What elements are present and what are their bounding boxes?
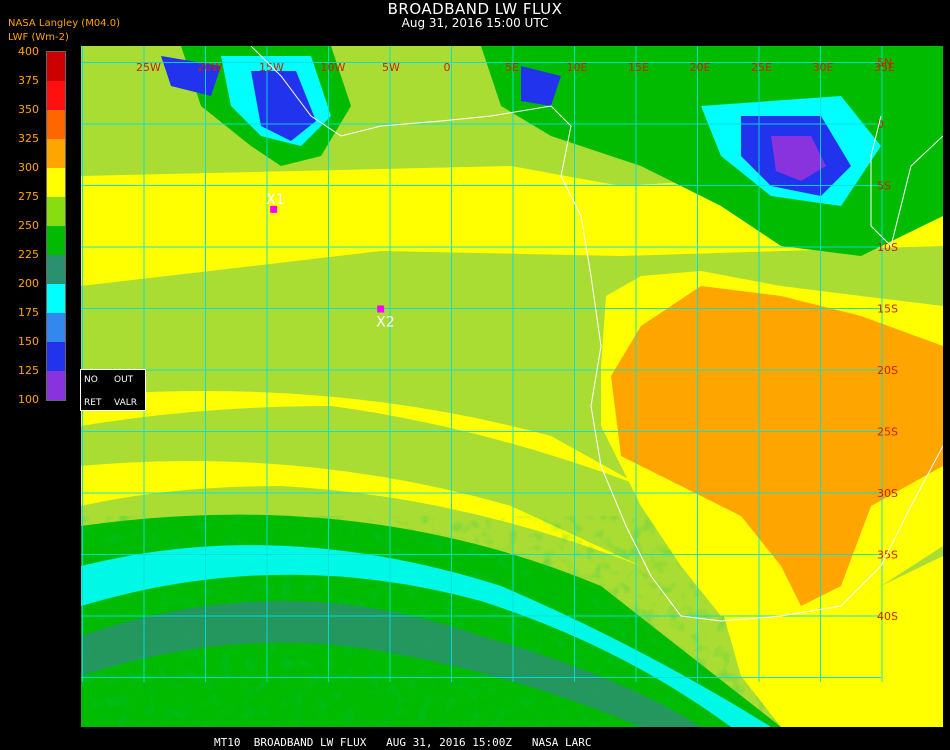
colorbar-swatch (47, 342, 65, 371)
colorbar-tick-label: 150 (18, 335, 39, 348)
colorbar-tick-label: 350 (18, 103, 39, 116)
lon-label: 30E (813, 61, 834, 74)
lat-label: 15S (877, 303, 898, 316)
lon-label: 20E (690, 61, 711, 74)
lon-label: 15E (628, 61, 649, 74)
lon-label: 10E (567, 61, 588, 74)
colorbar-swatch (47, 284, 65, 313)
colorbar (46, 51, 66, 401)
map-svg: 25W 20W 15W 10W 5W 0 5E 10E 15E 20E 25E 30E 35E 5N05… (81, 46, 943, 727)
point-marker (377, 305, 385, 313)
box-no: NO (84, 375, 98, 385)
map[interactable]: 25W 20W 15W 10W 5W 0 5E 10E 15E 20E 25E 30E 35E 5N 0 5… (81, 46, 943, 727)
lat-label: 5N (877, 57, 892, 70)
colorbar-swatch (47, 197, 65, 226)
colorbar-tick-label: 275 (18, 190, 39, 203)
lon-label: 0 (444, 61, 451, 74)
footer: MT10 BROADBAND LW FLUX AUG 31, 2016 15:0… (214, 736, 592, 749)
colorbar-swatch (47, 52, 65, 81)
colorbar-tick-label: 225 (18, 248, 39, 261)
colorbar-tick-label: 300 (18, 161, 39, 174)
colorbar-tick-label: 175 (18, 306, 39, 319)
box-valr: VALR (114, 398, 138, 408)
subtitle: Aug 31, 2016 15:00 UTC (401, 16, 549, 30)
colorbar-tick-label: 375 (18, 74, 39, 87)
lon-label: 15W (259, 61, 284, 74)
colorbar-swatch (47, 226, 65, 255)
box-out: OUT (114, 375, 134, 385)
colorbar-swatch (47, 168, 65, 197)
lon-label: 20W (198, 61, 223, 74)
colorbar-tick-label: 125 (18, 364, 39, 377)
colorbar-swatch (47, 255, 65, 284)
colorbar-swatch (47, 110, 65, 139)
colorbar-tick-label: 325 (18, 132, 39, 145)
lat-label: 20S (877, 364, 898, 377)
colorbar-swatch (47, 139, 65, 168)
lon-label: 25W (136, 61, 161, 74)
colorbar-tick-label: 400 (18, 45, 39, 58)
lat-label: 5S (877, 180, 891, 193)
point-label: X2 (376, 315, 395, 331)
colorbar-swatch (47, 313, 65, 342)
point-label: X1 (266, 192, 285, 208)
colorbar-tick-label: 200 (18, 277, 39, 290)
source-label: NASA Langley (M04.0) (8, 18, 120, 29)
lat-label: 35S (877, 549, 898, 562)
lon-label: 5W (382, 61, 400, 74)
colorbar-swatch (47, 81, 65, 110)
colorbar-swatch (47, 371, 65, 400)
box-ret: RET (84, 398, 102, 408)
lat-label: 30S (877, 487, 898, 500)
units-label: LWF (Wm-2) (8, 32, 69, 43)
lat-label: 25S (877, 426, 898, 439)
lon-label: 5E (505, 61, 519, 74)
lon-label: 25E (751, 61, 772, 74)
lon-label: 10W (321, 61, 346, 74)
colorbar-tick-label: 250 (18, 219, 39, 232)
colorbar-tick-label: 100 (18, 393, 39, 406)
lat-label: 40S (877, 610, 898, 623)
status-box: NO OUT RET VALR (80, 369, 146, 411)
